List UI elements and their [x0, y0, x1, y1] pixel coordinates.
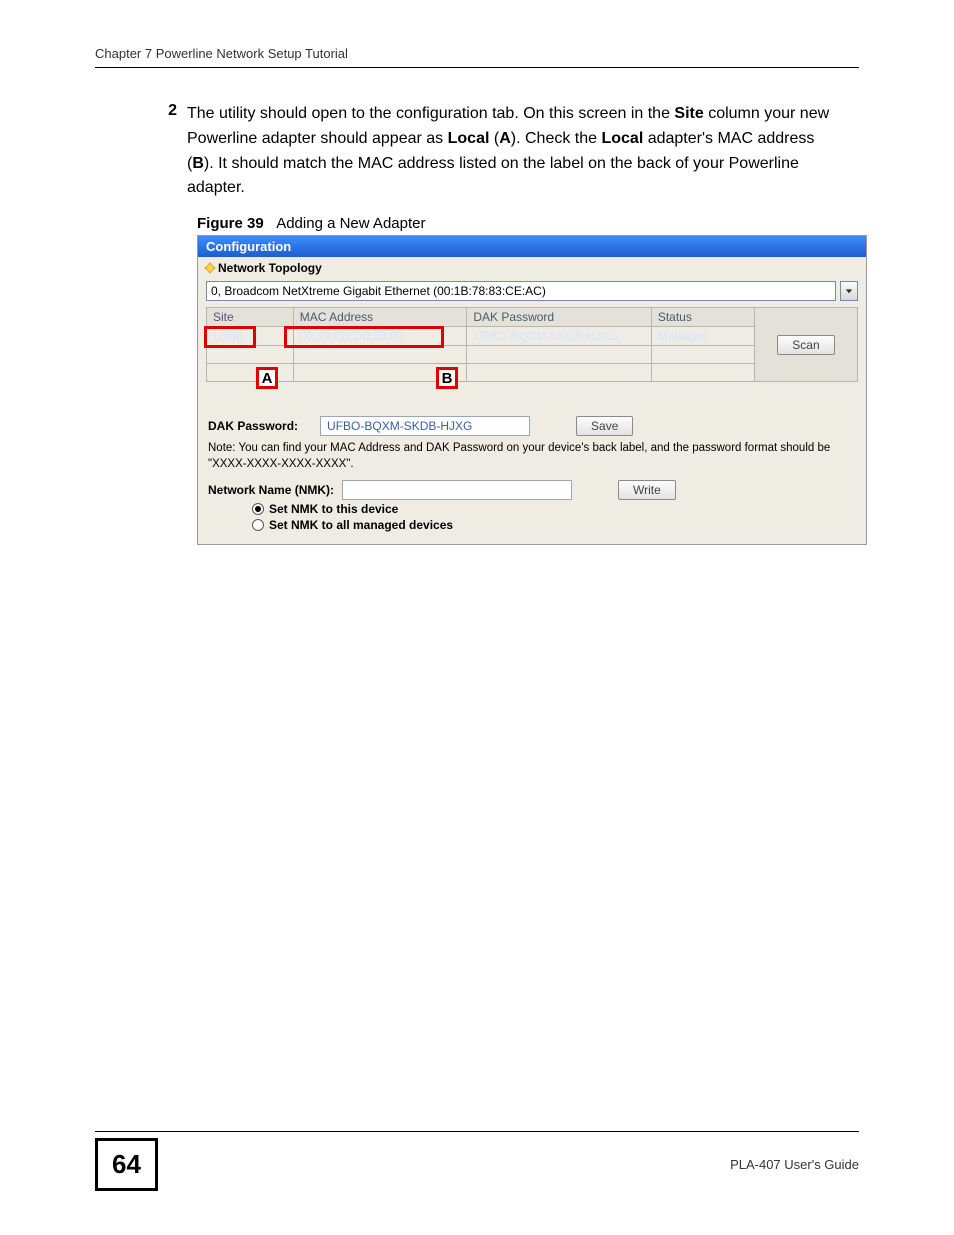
- write-button[interactable]: Write: [618, 480, 676, 500]
- cell-site: Local: [207, 327, 294, 346]
- nmk-input[interactable]: [342, 480, 572, 500]
- dak-password-input[interactable]: UFBO-BQXM-SKDB-HJXG: [320, 416, 530, 436]
- t: ). It should match the MAC address liste…: [187, 155, 799, 197]
- nic-dropdown-button[interactable]: [840, 281, 858, 301]
- callout-label-B: B: [436, 367, 458, 389]
- radio-this-device[interactable]: Set NMK to this device: [252, 502, 856, 516]
- figure-caption: Figure 39 Adding a New Adapter: [197, 215, 859, 232]
- scan-cell: Scan: [754, 308, 857, 382]
- page-number: 64: [95, 1138, 158, 1191]
- nic-select[interactable]: 0, Broadcom NetXtreme Gigabit Ethernet (…: [206, 281, 836, 301]
- radio-label: Set NMK to all managed devices: [269, 518, 453, 532]
- radio-icon: [252, 503, 264, 515]
- col-site[interactable]: Site: [207, 308, 294, 327]
- col-mac[interactable]: MAC Address: [293, 308, 467, 327]
- callout-label-A: A: [256, 367, 278, 389]
- col-status[interactable]: Status: [651, 308, 754, 327]
- page-footer: 64 PLA-407 User's Guide: [95, 1131, 859, 1191]
- bold-site: Site: [674, 105, 703, 122]
- nmk-label: Network Name (NMK):: [208, 483, 334, 497]
- scan-button[interactable]: Scan: [777, 335, 834, 355]
- save-button[interactable]: Save: [576, 416, 633, 436]
- bold-local-1: Local: [448, 130, 490, 147]
- t: (: [489, 130, 499, 147]
- step-2: 2 The utility should open to the configu…: [157, 102, 859, 201]
- radio-icon: [252, 519, 264, 531]
- table-header-row: Site MAC Address DAK Password Status Sca…: [207, 308, 858, 327]
- t: The utility should open to the configura…: [187, 105, 674, 122]
- bold-local-2: Local: [601, 130, 643, 147]
- cell-status: Managed: [651, 327, 754, 346]
- step-number: 2: [157, 102, 187, 120]
- step-text: The utility should open to the configura…: [187, 102, 832, 201]
- radio-label: Set NMK to this device: [269, 502, 398, 516]
- cell-dak: UFBO-BQXM-SKDB-HJXG: [467, 327, 651, 346]
- figure-label: Figure 39: [197, 215, 264, 232]
- guide-name: PLA-407 User's Guide: [730, 1157, 859, 1172]
- t: ). Check the: [511, 130, 602, 147]
- app-screenshot: Configuration Network Topology 0, Broadc…: [197, 235, 867, 545]
- section-network-topology: Network Topology: [198, 257, 866, 281]
- dak-note: Note: You can find your MAC Address and …: [208, 440, 856, 472]
- tab-configuration[interactable]: Configuration: [198, 236, 866, 257]
- bold-A: A: [499, 130, 511, 147]
- bullet-icon: [204, 263, 215, 274]
- section-label: Network Topology: [218, 261, 322, 275]
- dak-password-label: DAK Password:: [208, 419, 298, 433]
- radio-all-devices[interactable]: Set NMK to all managed devices: [252, 518, 856, 532]
- col-dak[interactable]: DAK Password: [467, 308, 651, 327]
- figure-title: Adding a New Adapter: [276, 215, 425, 232]
- cell-mac: 00:19:CB:DD:26:03: [293, 327, 467, 346]
- device-table: Site MAC Address DAK Password Status Sca…: [206, 307, 858, 382]
- bold-B: B: [192, 155, 204, 172]
- chevron-down-icon: [845, 287, 853, 295]
- running-header: Chapter 7 Powerline Network Setup Tutori…: [95, 46, 859, 68]
